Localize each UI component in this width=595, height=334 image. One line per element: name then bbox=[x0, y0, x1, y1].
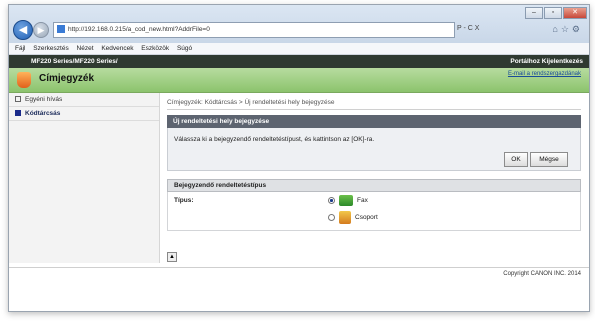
sidebar: Egyéni hívás Kódtárcsás bbox=[9, 93, 160, 263]
instruction-text: Válassza ki a bejegyzendő rendeltetéstíp… bbox=[174, 136, 375, 143]
bullet-icon bbox=[15, 110, 21, 117]
settings-gear-icon[interactable]: ⚙ bbox=[572, 24, 583, 34]
address-tools[interactable]: P - C X bbox=[457, 22, 479, 36]
app-header: Címjegyzék E-mail a rendszergazdának bbox=[9, 68, 589, 93]
address-book-icon bbox=[17, 72, 31, 88]
sidebar-item-coded-dial[interactable]: Kódtárcsás bbox=[9, 107, 159, 121]
menu-edit[interactable]: Szerkesztés bbox=[33, 45, 68, 52]
group-icon bbox=[339, 211, 351, 224]
favorites-star-icon[interactable]: ☆ bbox=[561, 24, 572, 34]
breadcrumb: Címjegyzék: Kódtárcsás > Új rendeltetési… bbox=[167, 97, 581, 110]
footer: Copyright CANON INC. 2014 bbox=[9, 267, 589, 280]
portal-logout-link[interactable]: Portálhoz Kijelentkezés bbox=[510, 55, 583, 68]
sidebar-item-label: Kódtárcsás bbox=[25, 110, 61, 117]
product-bar: MF220 Series/MF220 Series/ Portálhoz Kij… bbox=[9, 55, 589, 68]
menu-tools[interactable]: Eszközök bbox=[141, 45, 169, 52]
instruction-panel: Válassza ki a bejegyzendő rendeltetéstíp… bbox=[167, 128, 581, 171]
menu-favorites[interactable]: Kedvencek bbox=[101, 45, 133, 52]
maximize-button[interactable]: ▫ bbox=[544, 7, 562, 19]
group-radio[interactable] bbox=[328, 214, 335, 221]
fax-label: Fax bbox=[357, 197, 368, 204]
panel-title: Új rendeltetési hely bejegyzése bbox=[167, 115, 581, 128]
menu-file[interactable]: Fájl bbox=[15, 45, 25, 52]
cancel-button[interactable]: Mégse bbox=[530, 152, 568, 167]
menu-view[interactable]: Nézet bbox=[77, 45, 94, 52]
close-button[interactable]: ✕ bbox=[563, 7, 587, 19]
forward-button[interactable]: ▶ bbox=[33, 22, 49, 38]
page-favicon-icon bbox=[57, 25, 65, 34]
sidebar-item-one-touch[interactable]: Egyéni hívás bbox=[9, 93, 159, 107]
device-model: MF220 Series/MF220 Series/ bbox=[31, 58, 118, 65]
back-to-top-icon[interactable]: ▲ bbox=[167, 252, 177, 262]
window-controls: – ▫ ✕ bbox=[525, 7, 587, 19]
main-content: Címjegyzék: Kódtárcsás > Új rendeltetési… bbox=[167, 97, 581, 231]
menu-help[interactable]: Súgó bbox=[177, 45, 192, 52]
type-section: Típus: Fax Csoport bbox=[167, 192, 581, 231]
email-admin-link[interactable]: E-mail a rendszergazdának bbox=[508, 71, 581, 77]
sidebar-item-label: Egyéni hívás bbox=[25, 96, 63, 103]
ok-button[interactable]: OK bbox=[504, 152, 528, 167]
browser-toolbar: – ▫ ✕ ◀ ▶ http://192.168.0.215/a_cod_new… bbox=[9, 5, 589, 43]
home-icon[interactable]: ⌂ bbox=[552, 24, 560, 34]
back-button[interactable]: ◀ bbox=[13, 20, 33, 40]
address-bar[interactable]: http://192.168.0.215/a_cod_new.html?Addr… bbox=[53, 22, 455, 38]
copyright-text: Copyright CANON INC. 2014 bbox=[503, 271, 581, 277]
fax-icon bbox=[339, 194, 353, 206]
minimize-button[interactable]: – bbox=[525, 7, 543, 19]
menu-bar: Fájl Szerkesztés Nézet Kedvencek Eszközö… bbox=[9, 43, 589, 55]
group-label: Csoport bbox=[355, 214, 378, 222]
option-group[interactable]: Csoport bbox=[328, 211, 378, 225]
option-fax[interactable]: Fax bbox=[328, 194, 368, 208]
page-title: Címjegyzék bbox=[39, 73, 95, 84]
browser-icons: ⌂☆⚙ bbox=[552, 22, 583, 36]
address-text: http://192.168.0.215/a_cod_new.html?Addr… bbox=[68, 26, 210, 33]
fax-radio[interactable] bbox=[328, 196, 335, 204]
section-title: Bejegyzendő rendeltetéstípus bbox=[167, 179, 581, 192]
type-label: Típus: bbox=[174, 197, 194, 204]
bullet-icon bbox=[15, 96, 21, 103]
browser-window: – ▫ ✕ ◀ ▶ http://192.168.0.215/a_cod_new… bbox=[8, 4, 590, 312]
